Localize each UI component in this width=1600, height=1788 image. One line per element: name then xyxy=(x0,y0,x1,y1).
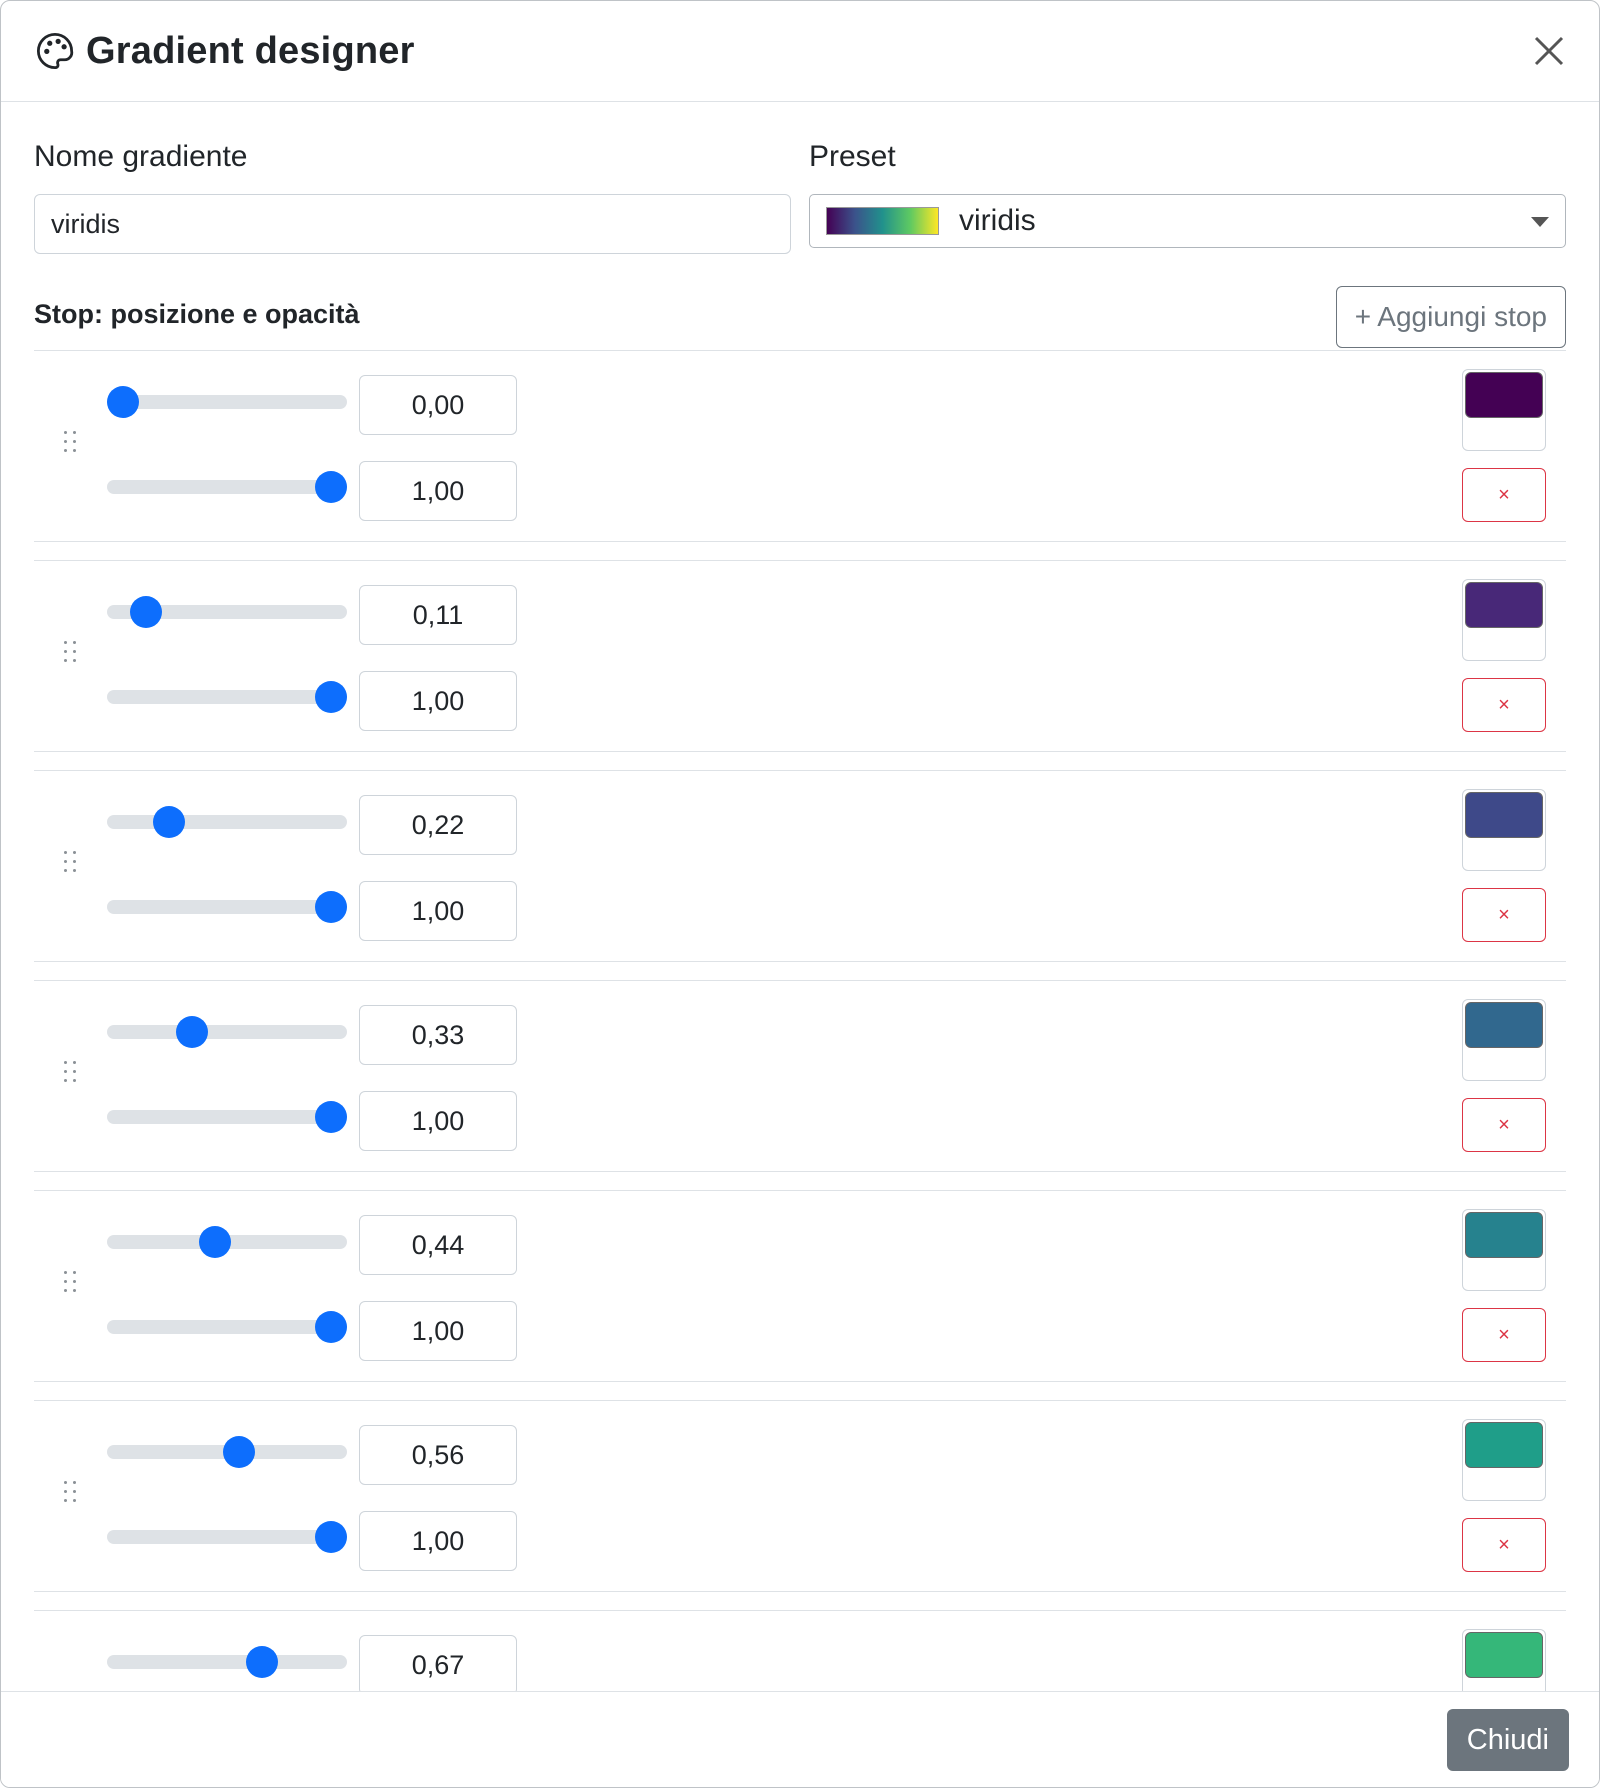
stops-section-title: Stop: posizione e opacità xyxy=(34,299,360,329)
color-picker[interactable] xyxy=(1462,1419,1546,1501)
stop-row: 0,671,00× xyxy=(34,1610,1566,1691)
color-picker[interactable] xyxy=(1462,1629,1546,1691)
delete-stop-button[interactable]: × xyxy=(1462,468,1546,522)
preset-select[interactable]: viridis xyxy=(809,194,1566,248)
chevron-down-icon xyxy=(1531,217,1549,227)
opacity-slider-thumb[interactable] xyxy=(315,1311,347,1343)
close-icon[interactable] xyxy=(1527,29,1571,73)
position-slider[interactable] xyxy=(107,806,347,838)
delete-stop-button[interactable]: × xyxy=(1462,1098,1546,1152)
color-picker[interactable] xyxy=(1462,999,1546,1081)
opacity-input[interactable]: 1,00 xyxy=(359,1091,517,1151)
position-input[interactable]: 0,44 xyxy=(359,1215,517,1275)
position-input[interactable]: 0,11 xyxy=(359,585,517,645)
position-slider-thumb[interactable] xyxy=(107,386,139,418)
palette-icon xyxy=(36,32,74,70)
position-slider[interactable] xyxy=(107,1226,347,1258)
color-picker[interactable] xyxy=(1462,579,1546,661)
gradient-designer-dialog: Gradient designer Nome gradiente Preset … xyxy=(0,0,1600,1788)
color-swatch xyxy=(1465,1422,1543,1468)
position-slider-thumb[interactable] xyxy=(129,596,162,628)
opacity-slider[interactable] xyxy=(107,1521,347,1553)
add-stop-button[interactable]: + Aggiungi stop xyxy=(1335,286,1566,348)
name-label: Nome gradiente xyxy=(34,140,248,173)
opacity-slider-thumb[interactable] xyxy=(315,1101,347,1133)
color-swatch xyxy=(1465,1212,1543,1258)
dialog-title: Gradient designer xyxy=(86,29,415,72)
position-input[interactable]: 0,22 xyxy=(359,795,517,855)
position-slider[interactable] xyxy=(107,1646,347,1678)
preset-gradient-preview xyxy=(826,207,939,235)
position-slider-thumb[interactable] xyxy=(175,1016,208,1048)
color-picker[interactable] xyxy=(1462,1209,1546,1291)
drag-handle-icon[interactable] xyxy=(64,641,80,669)
position-slider-thumb[interactable] xyxy=(223,1436,256,1468)
preset-field: Preset viridis xyxy=(809,140,1566,254)
position-slider[interactable] xyxy=(107,1436,347,1468)
color-swatch xyxy=(1465,1002,1543,1048)
gradient-name-input[interactable] xyxy=(34,194,791,254)
position-slider-thumb[interactable] xyxy=(152,806,185,838)
drag-handle-icon[interactable] xyxy=(64,431,80,459)
opacity-slider-thumb[interactable] xyxy=(315,681,347,713)
opacity-slider[interactable] xyxy=(107,681,347,713)
drag-handle-icon[interactable] xyxy=(64,851,80,879)
stop-row: 0,22 1,00 × xyxy=(34,770,1566,962)
position-input[interactable]: 0,00 xyxy=(359,375,517,435)
opacity-input[interactable]: 1,00 xyxy=(359,1511,517,1571)
preset-selected-value: viridis xyxy=(959,204,1036,237)
close-button[interactable]: Chiudi xyxy=(1446,1709,1569,1771)
position-slider[interactable] xyxy=(107,386,347,418)
opacity-input[interactable]: 1,00 xyxy=(359,1301,517,1361)
stop-row: 0,33 1,00 × xyxy=(34,980,1566,1172)
color-swatch xyxy=(1465,582,1543,628)
name-field: Nome gradiente xyxy=(34,140,791,254)
position-input[interactable]: 0,56 xyxy=(359,1425,517,1485)
delete-stop-button[interactable]: × xyxy=(1462,1308,1546,1362)
drag-handle-icon[interactable] xyxy=(64,1481,80,1509)
stop-row: 0,56 1,00 × xyxy=(34,1400,1566,1592)
position-input[interactable]: 0,33 xyxy=(359,1005,517,1065)
dialog-body: Nome gradiente Preset viridis Stop: posi… xyxy=(1,102,1599,1691)
dialog-footer: Chiudi xyxy=(1,1691,1599,1787)
color-swatch xyxy=(1465,372,1543,418)
opacity-input[interactable]: 1,00 xyxy=(359,461,517,521)
drag-handle-icon[interactable] xyxy=(64,1271,80,1299)
position-slider[interactable] xyxy=(107,596,347,628)
stop-row: 0,44 1,00 × xyxy=(34,1190,1566,1382)
preset-label: Preset xyxy=(809,140,896,173)
position-slider-thumb[interactable] xyxy=(198,1226,231,1258)
opacity-slider[interactable] xyxy=(107,1101,347,1133)
opacity-input[interactable]: 1,00 xyxy=(359,671,517,731)
opacity-slider[interactable] xyxy=(107,891,347,923)
drag-handle-icon[interactable] xyxy=(64,1061,80,1089)
opacity-slider-thumb[interactable] xyxy=(315,1521,347,1553)
color-swatch xyxy=(1465,1632,1543,1678)
stop-list: 0,00 1,00 × 0,11 1,00 × 0,22 1,00 × 0,33 1,00 × 0,44… xyxy=(34,350,1566,1691)
color-picker[interactable] xyxy=(1462,789,1546,871)
stop-row: 0,11 1,00 × xyxy=(34,560,1566,752)
delete-stop-button[interactable]: × xyxy=(1462,1518,1546,1572)
color-picker[interactable] xyxy=(1462,369,1546,451)
position-input[interactable]: 0,67 xyxy=(359,1635,517,1691)
position-slider[interactable] xyxy=(107,1016,347,1048)
position-slider-thumb[interactable] xyxy=(246,1646,279,1678)
dialog-header: Gradient designer xyxy=(1,1,1599,102)
delete-stop-button[interactable]: × xyxy=(1462,888,1546,942)
opacity-slider[interactable] xyxy=(107,1311,347,1343)
stop-row: 0,00 1,00 × xyxy=(34,350,1566,542)
opacity-slider[interactable] xyxy=(107,471,347,503)
opacity-slider-thumb[interactable] xyxy=(315,891,347,923)
color-swatch xyxy=(1465,792,1543,838)
opacity-slider-thumb[interactable] xyxy=(315,471,347,503)
opacity-input[interactable]: 1,00 xyxy=(359,881,517,941)
delete-stop-button[interactable]: × xyxy=(1462,678,1546,732)
